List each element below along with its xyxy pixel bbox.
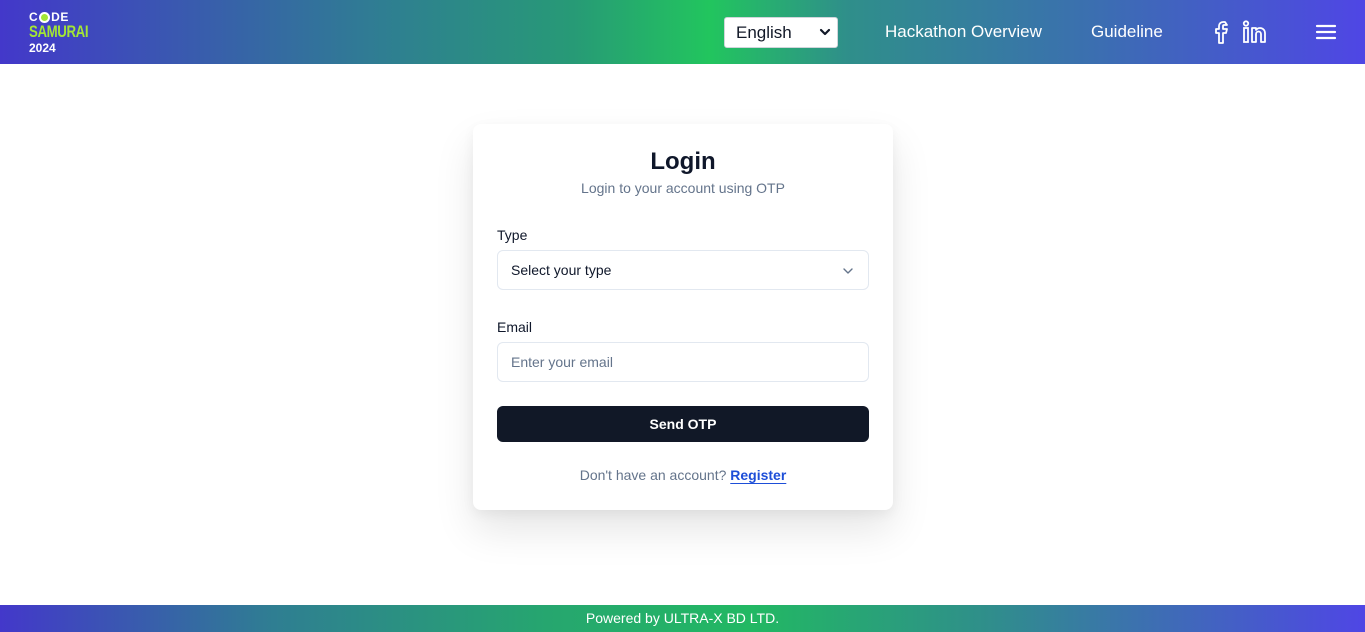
top-navbar: C DE SAMURAI 2024 English Hackathon Over… <box>0 0 1365 64</box>
chevron-down-icon <box>843 268 853 274</box>
facebook-icon[interactable] <box>1212 19 1232 45</box>
register-link[interactable]: Register <box>730 467 786 483</box>
logo-text-samurai: SAMURAI <box>29 22 89 41</box>
hamburger-menu-icon[interactable] <box>1315 22 1337 42</box>
send-otp-button[interactable]: Send OTP <box>497 406 869 442</box>
nav-link-guideline[interactable]: Guideline <box>1091 22 1163 42</box>
register-prompt-text: Don't have an account? <box>579 467 727 483</box>
register-prompt-row: Don't have an account? Register <box>473 467 893 483</box>
email-field[interactable] <box>497 342 869 382</box>
footer: Powered by ULTRA-X BD LTD. <box>0 605 1365 632</box>
logo-globe-icon <box>39 11 51 23</box>
email-label: Email <box>497 319 533 335</box>
footer-powered-by-text: Powered by ULTRA-X BD LTD. <box>585 610 780 626</box>
type-select[interactable]: Select your type <box>497 250 869 290</box>
type-label: Type <box>497 227 528 243</box>
linkedin-icon[interactable] <box>1241 19 1267 45</box>
login-title: Login <box>650 148 716 175</box>
logo-text-year: 2024 <box>29 41 56 55</box>
language-select[interactable]: English <box>724 17 838 48</box>
nav-link-hackathon-overview[interactable]: Hackathon Overview <box>885 22 1042 42</box>
type-select-placeholder: Select your type <box>511 262 612 278</box>
code-samurai-logo[interactable]: C DE SAMURAI 2024 <box>29 10 99 56</box>
login-card: Login Login to your account using OTP Ty… <box>473 124 893 510</box>
language-select-value: English <box>736 22 792 42</box>
login-subtitle: Login to your account using OTP <box>581 180 785 196</box>
chevron-down-icon <box>819 28 831 36</box>
